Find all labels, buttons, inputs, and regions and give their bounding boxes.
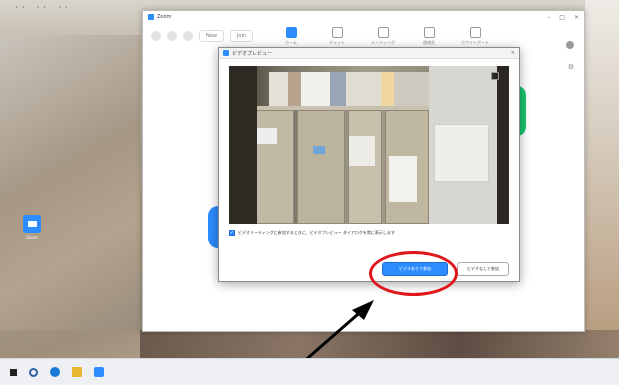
zoom-icon[interactable] [94,367,104,377]
browser-icon[interactable] [50,367,60,377]
folder-icon[interactable] [72,367,82,377]
search-icon[interactable] [29,367,38,377]
taskbar [0,358,619,385]
start-icon[interactable] [10,368,17,376]
annotation-arrow [276,300,374,385]
